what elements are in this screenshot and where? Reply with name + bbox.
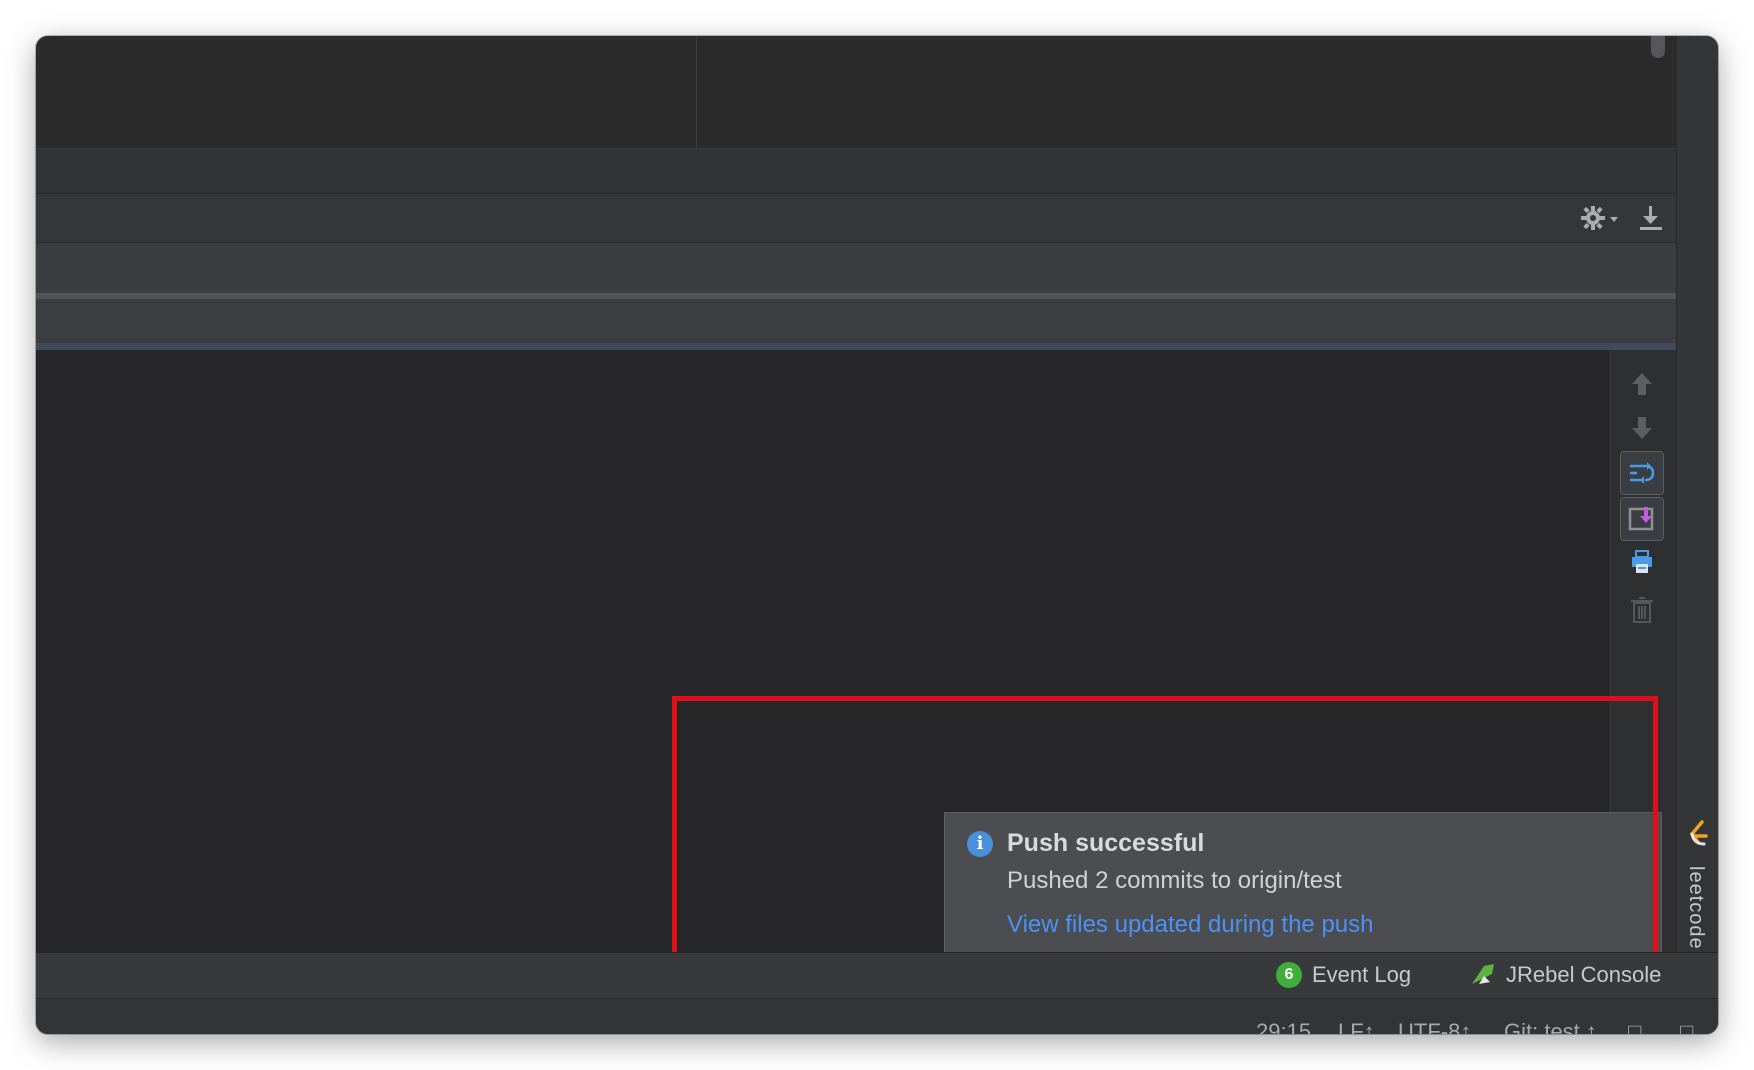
jrebel-icon xyxy=(1472,964,1494,984)
trash-icon[interactable] xyxy=(1620,588,1664,632)
tool-window-bar: 6 Event Log JRebel Console xyxy=(36,952,1718,999)
cursor-position[interactable]: 29:15 xyxy=(1256,1019,1311,1034)
notifications-icon[interactable]: □ xyxy=(1680,1019,1693,1034)
soft-wrap-icon[interactable] xyxy=(1620,451,1664,495)
download-icon[interactable] xyxy=(1638,204,1664,237)
down-arrow-icon[interactable] xyxy=(1620,406,1664,450)
gear-icon[interactable] xyxy=(1580,204,1620,237)
lock-icon[interactable]: □ xyxy=(1628,1019,1641,1034)
event-log-count-badge: 6 xyxy=(1276,962,1302,988)
tool-window-tabs xyxy=(36,299,1676,343)
active-tab-indicator xyxy=(36,343,1676,350)
encoding-selector[interactable]: UTF-8↕ xyxy=(1398,1019,1471,1034)
up-arrow-icon[interactable] xyxy=(1620,362,1664,406)
editor-splitter[interactable] xyxy=(696,36,697,148)
info-icon: i xyxy=(967,831,993,857)
push-notification-balloon[interactable]: i Push successful Pushed 2 commits to or… xyxy=(944,812,1662,957)
editor-area xyxy=(36,36,1676,149)
panel-header xyxy=(36,149,1676,194)
ide-window: leetcode i Push successful Pushed 2 comm… xyxy=(36,36,1718,1034)
event-log-label: Event Log xyxy=(1312,962,1412,987)
event-log-button[interactable]: 6 Event Log xyxy=(1276,959,1411,991)
leetcode-icon xyxy=(1689,820,1708,846)
jrebel-console-button[interactable]: JRebel Console xyxy=(1470,959,1661,991)
status-bar: 29:15 LF↕ UTF-8↕ Git: test ↕ □ □ xyxy=(36,998,1718,1034)
leetcode-tab-label[interactable]: leetcode xyxy=(1684,866,1707,950)
tab-strip xyxy=(36,243,1676,293)
git-branch-selector[interactable]: Git: test ↕ xyxy=(1504,1019,1597,1034)
line-separator-selector[interactable]: LF↕ xyxy=(1338,1019,1375,1034)
notification-title: Push successful xyxy=(1007,829,1205,857)
jrebel-console-label: JRebel Console xyxy=(1506,962,1662,987)
scrollbar-thumb[interactable] xyxy=(1651,36,1665,58)
view-updated-files-link[interactable]: View files updated during the push xyxy=(1007,911,1373,939)
print-icon[interactable] xyxy=(1620,540,1664,584)
notification-body: Pushed 2 commits to origin/test xyxy=(1007,867,1342,894)
scroll-to-end-icon[interactable] xyxy=(1620,497,1664,541)
tool-window-toolbar xyxy=(36,194,1676,243)
